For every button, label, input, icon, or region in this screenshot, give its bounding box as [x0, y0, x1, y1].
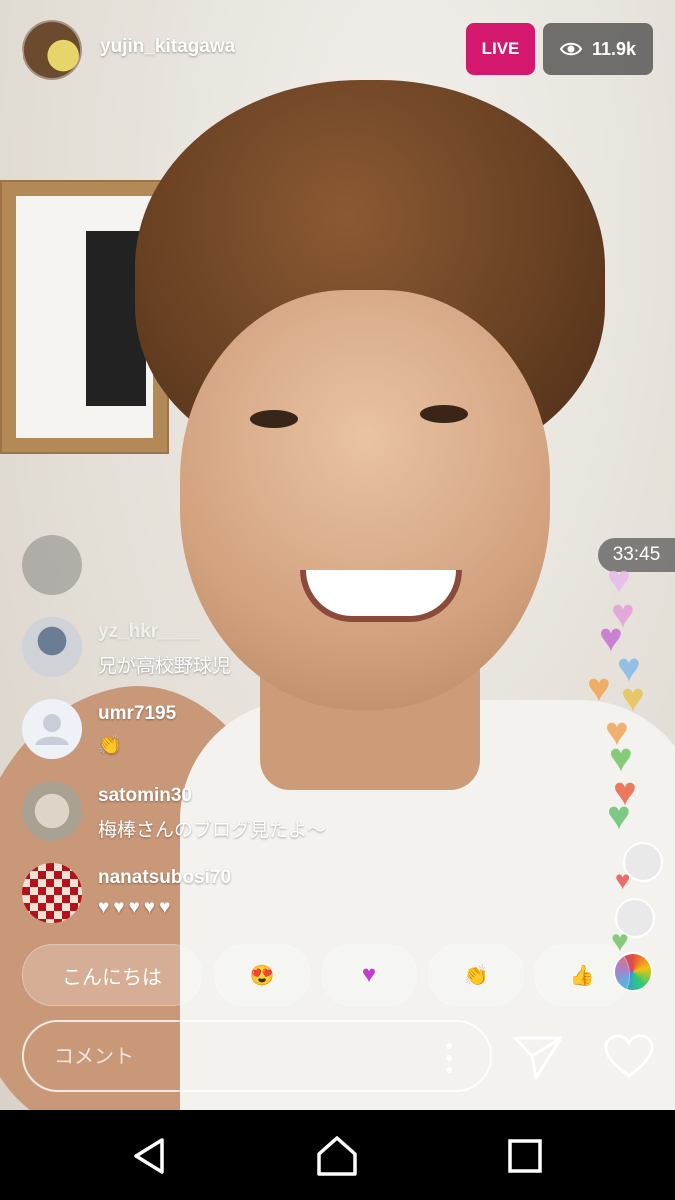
commenter-avatar[interactable]: [22, 863, 82, 923]
heart-icon: ♥: [587, 666, 611, 710]
comment-item: [22, 535, 462, 617]
default-user-icon: [22, 699, 82, 759]
comment-item: yz_hkr____ 兄が高校野球児: [22, 617, 462, 699]
comment-text: 👏: [98, 735, 122, 756]
comment-text: 兄が高校野球児: [98, 656, 232, 677]
commenter-avatar[interactable]: [22, 699, 82, 759]
comment-feed: yz_hkr____ 兄が高校野球児 umr7195 👏 satomin30 梅…: [22, 535, 462, 945]
comment-item: nanatsubosi70 ♥♥♥♥♥: [22, 863, 462, 945]
android-navigation-bar: [0, 1110, 675, 1200]
commenter-avatar: [22, 535, 82, 595]
heart-icon: ♥: [607, 794, 631, 838]
comment-username[interactable]: yz_hkr____: [98, 621, 200, 643]
eye-icon: [559, 42, 582, 56]
heart-outline-icon[interactable]: [604, 1034, 654, 1080]
heart-icon: ♥: [615, 865, 631, 895]
comment-item: satomin30 梅棒さんのブログ見たよ～: [22, 781, 462, 863]
quick-reaction-clap[interactable]: 👏: [428, 944, 524, 1006]
comment-username[interactable]: nanatsubosi70: [98, 867, 231, 889]
commenter-avatar[interactable]: [22, 617, 82, 677]
viewer-count-pill[interactable]: 11.9k: [543, 23, 653, 75]
comment-text: ♥♥♥♥♥: [98, 897, 175, 918]
quick-reaction-heart[interactable]: ♥: [321, 944, 417, 1006]
host-avatar[interactable]: [22, 20, 82, 80]
comment-input[interactable]: [52, 1038, 416, 1076]
comment-username[interactable]: satomin30: [98, 785, 192, 807]
streamer-eye-right: [420, 405, 468, 423]
comment-input-container: [22, 1020, 492, 1092]
floating-reactions: ♥ ♥ ♥ ♥ ♥ ♥ ♥ ♥ ♥ ♥ ♥ ♥: [585, 560, 675, 992]
live-header: yujin_kitagawa LIVE 11.9k: [0, 0, 675, 100]
quick-reaction-thumbs-up[interactable]: 👍: [534, 944, 630, 1006]
streamer-eye-left: [250, 410, 298, 428]
viewer-count: 11.9k: [591, 38, 637, 59]
commenter-avatar[interactable]: [22, 781, 82, 841]
triangle-back-icon[interactable]: [128, 1134, 172, 1178]
host-username[interactable]: yujin_kitagawa: [100, 36, 235, 58]
comment-item: umr7195 👏: [22, 699, 462, 781]
more-vertical-icon[interactable]: [444, 1042, 454, 1074]
paper-plane-icon[interactable]: [512, 1034, 564, 1082]
comment-username[interactable]: umr7195: [98, 703, 176, 725]
quick-reaction-heart-eyes[interactable]: 😍: [214, 944, 310, 1006]
comment-text: 梅棒さんのブログ見たよ～: [98, 820, 327, 841]
live-badge: LIVE: [466, 23, 535, 75]
quick-reply-hello[interactable]: こんにちは: [22, 944, 202, 1006]
circle-home-icon[interactable]: [315, 1134, 359, 1178]
square-recents-icon[interactable]: [503, 1134, 547, 1178]
